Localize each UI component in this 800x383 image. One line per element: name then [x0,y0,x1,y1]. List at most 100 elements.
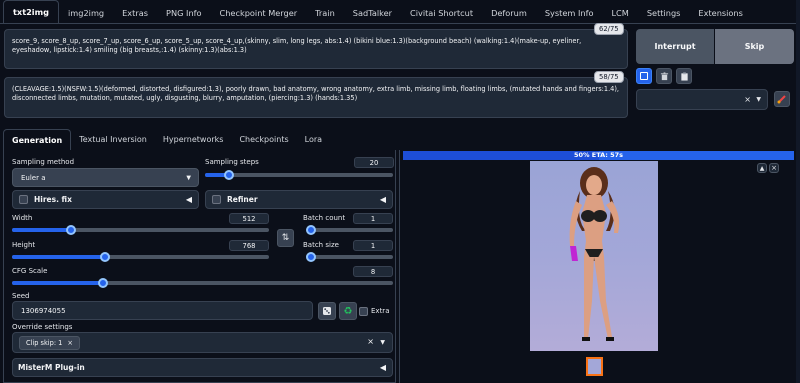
height-input[interactable]: 768 [229,240,269,251]
tab-sadtalker[interactable]: SadTalker [344,2,401,23]
misterm-plugin-label: MisterM Plug-in [18,363,85,372]
recycle-icon: ♻ [343,305,353,317]
subtab-checkpoints[interactable]: Checkpoints [231,128,296,150]
main-tab-bar: txt2img img2img Extras PNG Info Checkpoint M… [0,0,800,24]
tab-deforum[interactable]: Deforum [482,2,536,23]
close-icon: × [771,164,777,172]
slider-fill [12,281,104,285]
misterm-plugin-accordion[interactable]: MisterM Plug-in ◀ [12,358,393,377]
negative-prompt-textarea[interactable]: (CLEAVAGE:1.5)(NSFW:1.5)(deformed, disto… [4,77,628,118]
clear-icon[interactable]: × [744,95,751,104]
progress-text: 50% ETA: 57s [573,151,624,159]
tab-checkpoint-merger[interactable]: Checkpoint Merger [211,2,307,23]
seed-input[interactable]: 1306974055 [12,301,313,320]
width-label: Width [12,214,33,222]
hires-fix-checkbox[interactable] [19,195,28,204]
extra-seed-checkbox[interactable] [359,307,368,316]
batch-count-slider[interactable] [306,225,393,235]
prompt-textarea[interactable]: score_9, score_8_up, score_7_up, score_6… [4,29,628,69]
subtab-lora[interactable]: Lora [297,128,330,150]
tab-txt2img[interactable]: txt2img [3,0,60,23]
height-label: Height [12,241,36,249]
width-input[interactable]: 512 [229,213,269,224]
sampling-steps-input[interactable]: 20 [354,157,394,168]
seed-value: 1306974055 [21,306,66,315]
sampling-steps-slider[interactable] [205,170,393,180]
override-chip[interactable]: Clip skip: 1 × [19,336,80,350]
styles-dropdown[interactable]: × ▼ [636,89,768,110]
clear-icon[interactable]: × [367,337,374,346]
preview-image[interactable] [530,161,658,351]
extra-seed-label: Extra [371,307,390,315]
slider-fill [12,255,105,259]
slider-thumb[interactable] [306,225,316,235]
subtab-generation[interactable]: Generation [3,129,72,151]
chevron-down-icon[interactable]: ▼ [380,339,385,346]
width-slider[interactable] [12,225,269,235]
negative-prompt-text: (CLEAVAGE:1.5)(NSFW:1.5)(deformed, disto… [12,85,620,102]
sampling-method-dropdown[interactable]: Euler a ▼ [12,168,199,187]
interrupt-button[interactable]: Interrupt [636,29,714,64]
sampling-method-value: Euler a [21,173,46,182]
override-chip-label: Clip skip: 1 [26,339,63,347]
chip-remove-icon[interactable]: × [67,339,73,347]
random-seed-button[interactable] [318,302,336,320]
subtab-hypernetworks[interactable]: Hypernetworks [155,128,232,150]
cfg-scale-label: CFG Scale [12,267,48,275]
sampling-method-label: Sampling method [12,158,75,166]
check-icon [640,72,648,80]
cfg-scale-slider[interactable] [12,278,393,288]
edit-styles-button[interactable] [774,91,790,107]
tab-extensions[interactable]: Extensions [689,2,751,23]
page-scrollbar[interactable] [796,0,800,383]
slider-fill [12,228,72,232]
batch-size-input[interactable]: 1 [353,240,393,251]
batch-size-label: Batch size [303,241,339,249]
collapse-triangle-icon: ◀ [379,363,386,372]
apply-style-button[interactable] [636,68,652,84]
slider-thumb[interactable] [66,225,77,235]
tab-system-info[interactable]: System Info [536,2,603,23]
slider-thumb[interactable] [98,278,109,288]
tab-extras[interactable]: Extras [113,2,157,23]
tab-img2img[interactable]: img2img [59,2,113,23]
clear-prompt-button[interactable] [656,68,672,84]
image-thumbnail[interactable] [586,357,603,376]
height-slider[interactable] [12,252,269,262]
slider-thumb[interactable] [306,252,316,262]
generation-subtab-bar: Generation Textual Inversion Hypernetworks… [3,127,394,151]
tab-civitai-shortcut[interactable]: Civitai Shortcut [401,2,482,23]
prompt-text: score_9, score_8_up, score_7_up, score_6… [12,37,582,54]
hires-fix-accordion[interactable]: Hires. fix ◀ [12,190,199,209]
chevron-down-icon[interactable]: ▼ [756,96,761,103]
swap-icon: ⇅ [281,233,290,243]
batch-count-input[interactable]: 1 [353,213,393,224]
slider-thumb[interactable] [99,252,110,262]
paintbrush-icon [777,95,786,104]
refiner-checkbox[interactable] [212,195,221,204]
close-preview-button[interactable]: × [769,163,779,173]
override-settings-dropdown[interactable]: Clip skip: 1 × × ▼ [12,332,393,353]
dice-icon [323,307,331,315]
subtab-textual-inversion[interactable]: Textual Inversion [71,128,155,150]
tab-lcm[interactable]: LCM [602,2,637,23]
hires-fix-label: Hires. fix [34,195,72,204]
batch-count-label: Batch count [303,214,346,222]
skip-button[interactable]: Skip [715,29,794,64]
cfg-scale-input[interactable]: 8 [353,266,393,277]
swap-dimensions-button[interactable]: ⇅ [277,229,294,247]
slider-thumb[interactable] [224,170,235,180]
batch-size-slider[interactable] [306,252,393,262]
download-button[interactable]: ▲ [757,163,767,173]
refiner-accordion[interactable]: Refiner ◀ [205,190,393,209]
tab-train[interactable]: Train [306,2,344,23]
styles-button[interactable] [676,68,692,84]
tab-settings[interactable]: Settings [638,2,690,23]
trash-icon [660,71,668,80]
progress-bar: 50% ETA: 57s [403,151,794,160]
tab-png-info[interactable]: PNG Info [157,2,211,23]
reuse-seed-button[interactable]: ♻ [339,302,357,320]
negative-prompt-token-counter: 58/75 [594,71,624,83]
collapse-triangle-icon: ◀ [185,195,192,204]
generation-panel: Sampling method Euler a ▼ Sampling steps… [3,150,396,383]
